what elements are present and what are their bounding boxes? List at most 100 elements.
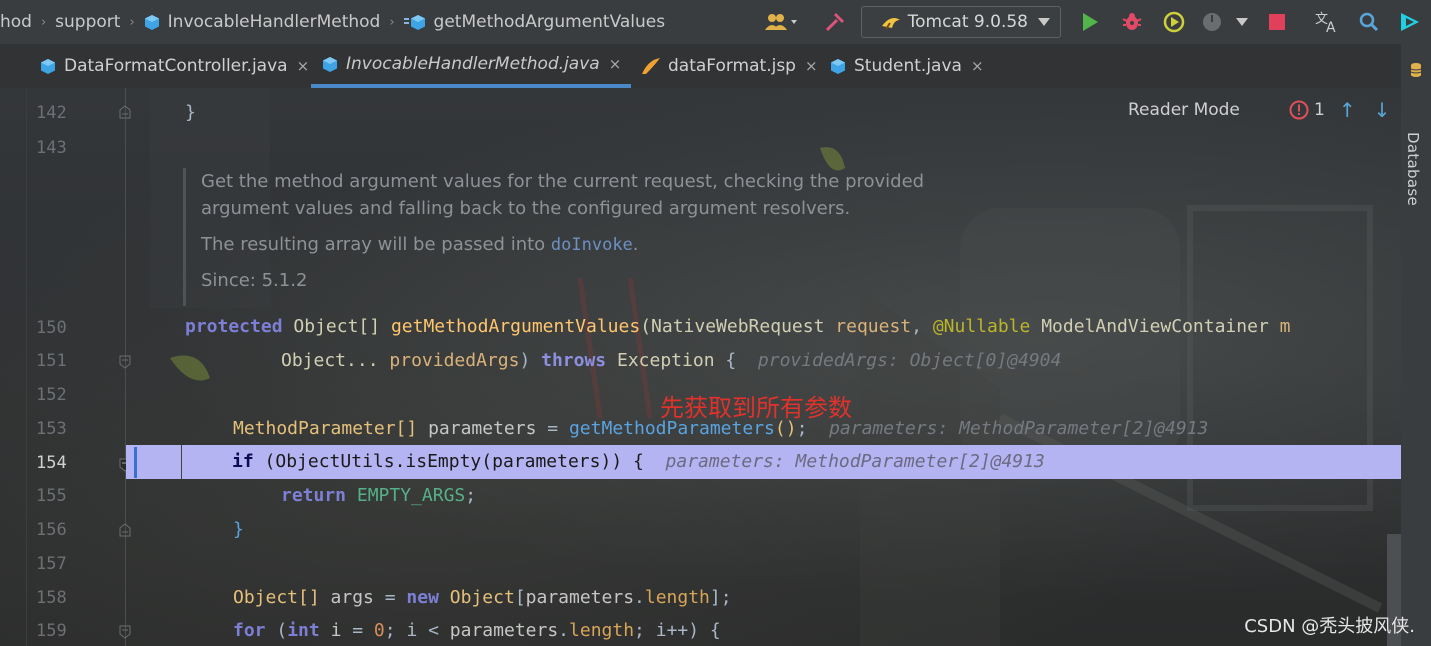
problems-count: 1	[1314, 100, 1325, 120]
coverage-icon[interactable]	[1153, 6, 1195, 38]
line-number-current: 154	[36, 453, 67, 473]
current-execution-line[interactable]: if (ObjectUtils.isEmpty(parameters)) { p…	[126, 445, 1401, 479]
keyword: throws	[541, 350, 607, 371]
variable: i	[330, 620, 342, 641]
tab-dataformat-jsp[interactable]: dataFormat.jsp ×	[640, 44, 818, 88]
code-line-155[interactable]: return EMPTY_ARGS;	[281, 485, 476, 506]
line-number: 159	[36, 621, 67, 641]
doc-since: Since: 5.1.2	[201, 270, 308, 291]
annotation: @Nullable	[932, 316, 1031, 337]
line-number: 150	[36, 318, 67, 338]
variable: args	[330, 587, 374, 608]
chevron-right-icon: ›	[389, 14, 395, 30]
code-line-142[interactable]: }	[185, 102, 196, 123]
chevron-down-icon[interactable]	[1229, 6, 1255, 38]
code-line-158[interactable]: Object[] args = new Object[parameters.le…	[233, 587, 732, 608]
inspection-widget[interactable]: 1 ↑ ↓	[1289, 98, 1390, 122]
type: (NativeWebRequest	[640, 316, 825, 337]
debug-icon[interactable]	[1111, 6, 1153, 38]
line-number: 142	[36, 103, 67, 123]
fold-start-icon[interactable]	[119, 625, 131, 639]
jetbrains-logo-icon[interactable]	[1389, 6, 1431, 38]
method-icon	[403, 14, 425, 30]
parameter: request	[835, 316, 912, 337]
code-line-156[interactable]: }	[233, 519, 244, 540]
execution-point-marker	[134, 447, 137, 478]
line-number: 157	[36, 554, 67, 574]
doc-link-doinvoke[interactable]: doInvoke	[551, 235, 633, 255]
close-icon[interactable]: ×	[805, 57, 818, 75]
fold-end-icon[interactable]	[119, 105, 131, 119]
right-tool-window-strip: Database	[1401, 44, 1431, 646]
close-icon[interactable]: ×	[297, 57, 310, 75]
navigation-bar: hod › support › InvocableHandlerMethod ›…	[0, 0, 1431, 44]
number: 0	[373, 620, 385, 641]
chevron-right-icon: ›	[129, 14, 135, 30]
code-line-150[interactable]: protected Object[] getMethodArgumentValu…	[185, 316, 1290, 337]
run-icon[interactable]	[1069, 6, 1111, 38]
java-class-icon	[831, 58, 845, 74]
doc-text-line: The resulting array will be passed into …	[201, 231, 1251, 259]
watermark: CSDN @秃头披风侠.	[1244, 616, 1415, 637]
run-configuration-label: Tomcat 9.0.58	[907, 12, 1028, 32]
code-editor[interactable]: Reader Mode 1 ↑ ↓ 142 143 150 151 152 15…	[0, 88, 1401, 646]
inline-debug-value: providedArgs: Object[0]@4904	[757, 350, 1062, 371]
code-text: i++) {	[655, 620, 721, 641]
database-panel-button[interactable]: Database	[1404, 132, 1422, 206]
keyword: protected	[185, 316, 283, 337]
code-line-151[interactable]: Object... providedArgs) throws Exception…	[281, 350, 1061, 371]
java-class-icon	[41, 58, 55, 74]
close-icon[interactable]: ×	[971, 57, 984, 75]
fold-end-icon[interactable]	[119, 523, 131, 537]
close-icon[interactable]: ×	[609, 55, 622, 73]
breadcrumb-item[interactable]: support	[55, 12, 120, 32]
arrow-up-icon[interactable]: ↑	[1339, 98, 1356, 122]
doc-text: Get the method argument values for the c…	[201, 171, 925, 192]
field: length	[644, 587, 710, 608]
method-call: getMethodParameters	[568, 418, 775, 439]
error-icon	[1289, 100, 1309, 120]
breadcrumb: hod › support › InvocableHandlerMethod ›…	[0, 12, 665, 32]
line-number: 152	[36, 385, 67, 405]
fold-start-icon[interactable]	[119, 355, 131, 369]
line-number: 153	[36, 419, 67, 439]
tab-invocablehandlermethod[interactable]: InvocableHandlerMethod.java ×	[311, 44, 632, 88]
tab-label: Student.java	[854, 56, 962, 76]
tomcat-icon	[881, 18, 900, 30]
type: ModelAndViewContainer	[1041, 316, 1269, 337]
keyword: int	[287, 620, 320, 641]
arrow-down-icon[interactable]: ↓	[1374, 98, 1391, 122]
breadcrumb-item[interactable]: InvocableHandlerMethod	[168, 12, 381, 32]
keyword: return	[281, 485, 347, 506]
line-number: 143	[36, 138, 67, 158]
code-text: (ObjectUtils.isEmpty(parameters)) {	[264, 451, 644, 472]
reader-mode-toggle[interactable]: Reader Mode	[1128, 100, 1240, 120]
tab-dataformatcontroller[interactable]: DataFormatController.java ×	[40, 44, 309, 88]
type: Object[]	[293, 316, 381, 337]
javadoc-rendered: Get the method argument values for the c…	[183, 168, 1251, 306]
translate-icon[interactable]: 文A	[1305, 6, 1349, 38]
editor-tab-bar: DataFormatController.java × InvocableHan…	[0, 44, 1401, 130]
chevron-right-icon: ›	[40, 14, 47, 30]
code-line-159[interactable]: for (int i = 0; i < parameters.length; i…	[233, 620, 721, 641]
stop-icon[interactable]	[1255, 6, 1299, 38]
tab-label: dataFormat.jsp	[668, 56, 796, 76]
search-icon[interactable]	[1349, 6, 1389, 38]
breadcrumb-item[interactable]: getMethodArgumentValues	[434, 12, 666, 32]
parameter: m	[1279, 316, 1291, 337]
tab-student[interactable]: Student.java ×	[830, 44, 984, 88]
code-line-153[interactable]: MethodParameter[] parameters = getMethod…	[233, 418, 1208, 439]
build-hammer-icon[interactable]	[817, 6, 853, 38]
field: length	[569, 620, 635, 641]
breadcrumb-item[interactable]: hod	[0, 12, 32, 32]
profiler-icon[interactable]	[1195, 6, 1229, 38]
keyword: new	[406, 587, 439, 608]
run-configuration-select[interactable]: Tomcat 9.0.58	[860, 6, 1061, 38]
java-class-icon	[144, 14, 159, 30]
line-number: 158	[36, 588, 67, 608]
inline-debug-value: parameters: MethodParameter[2]@4913	[829, 418, 1209, 439]
tab-label: DataFormatController.java	[64, 56, 288, 76]
variable: parameters	[525, 587, 635, 608]
users-icon[interactable]	[759, 6, 807, 38]
chevron-down-icon	[1038, 18, 1050, 26]
